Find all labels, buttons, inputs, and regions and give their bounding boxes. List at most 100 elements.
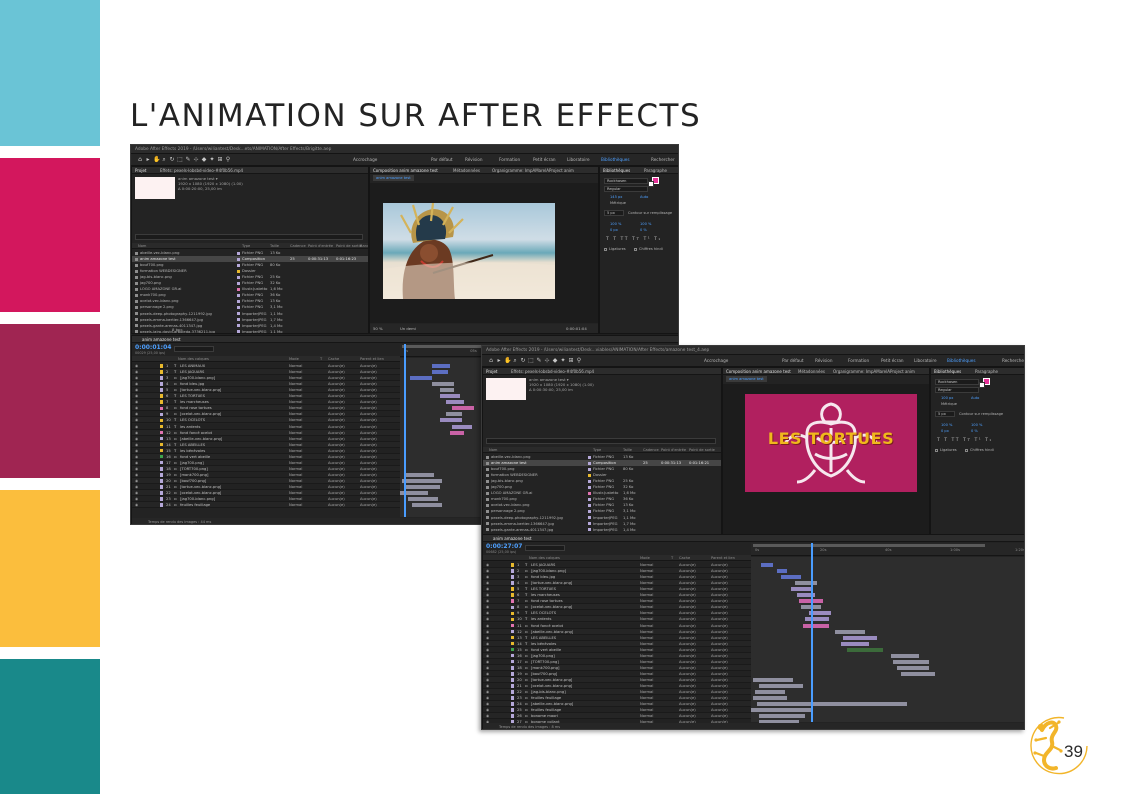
- layer-column-4[interactable]: Parent et lien: [360, 356, 384, 361]
- composition-tab[interactable]: Composition anim amazone test: [373, 167, 438, 173]
- timeline-timecode[interactable]: 0:00:01:04: [135, 344, 171, 351]
- current-time-display[interactable]: 0:00:01:04: [566, 324, 587, 333]
- tracking-value[interactable]: Auto: [971, 396, 979, 400]
- horizontal-scale-value[interactable]: 100 %: [640, 222, 651, 226]
- workspace-5[interactable]: Bibliothèques: [601, 157, 630, 163]
- libraries-tab[interactable]: Bibliothèques: [603, 167, 630, 173]
- resolution-dropdown[interactable]: Un demi: [400, 324, 416, 333]
- layer-duration-bar[interactable]: [753, 677, 793, 682]
- layer-duration-bar[interactable]: [408, 497, 438, 502]
- project-column-0[interactable]: Nom: [138, 243, 146, 248]
- workspace-2[interactable]: Formation: [499, 157, 520, 163]
- tool-icon-3[interactable]: ⌕: [161, 156, 167, 163]
- layer-column-1[interactable]: Mode: [289, 356, 299, 361]
- tool-icon-8[interactable]: ◆: [201, 156, 207, 163]
- layer-duration-bar[interactable]: [404, 472, 434, 477]
- tool-icon-7[interactable]: ⊹: [193, 156, 199, 163]
- layer-duration-bar[interactable]: [901, 671, 935, 676]
- tool-icon-5[interactable]: ⬚: [177, 156, 183, 163]
- timeline-search-input[interactable]: [525, 545, 565, 551]
- paragraph-tab[interactable]: Paragraphe: [975, 368, 998, 374]
- tool-icon-2[interactable]: ✋: [504, 357, 511, 364]
- stroke-color-swatch[interactable]: [979, 382, 985, 388]
- project-column-2[interactable]: Taille: [623, 447, 632, 452]
- layer-duration-bar[interactable]: [446, 412, 462, 417]
- layer-duration-bar[interactable]: [891, 653, 919, 658]
- layer-duration-bar[interactable]: [410, 376, 432, 381]
- layer-column-0[interactable]: Nom des calques: [529, 555, 560, 560]
- layer-duration-bar[interactable]: [761, 563, 773, 567]
- project-column-6[interactable]: Band.: [360, 243, 368, 248]
- baseline-shift-value[interactable]: 0 px: [610, 228, 618, 232]
- parent-dropdown[interactable]: Aucun(e): [360, 502, 377, 507]
- layer-duration-bar[interactable]: [432, 364, 450, 368]
- font-style-dropdown[interactable]: Regular: [935, 387, 979, 393]
- layer-duration-bar[interactable]: [432, 370, 448, 375]
- layer-column-3[interactable]: Cache: [328, 356, 339, 361]
- project-column-4[interactable]: Point d'entrée: [308, 243, 333, 248]
- tool-icon-3[interactable]: ⌕: [512, 357, 518, 364]
- layer-duration-bar[interactable]: [452, 424, 472, 429]
- kerning-value[interactable]: Métrique: [610, 201, 626, 205]
- hindi-digits-checkbox[interactable]: [634, 248, 637, 251]
- composition-tab[interactable]: Composition anim amazone test: [726, 368, 791, 374]
- tool-icon-4[interactable]: ↻: [520, 357, 526, 364]
- tsume-value[interactable]: 0 %: [640, 228, 647, 232]
- track-matte-dropdown[interactable]: Aucun(e): [328, 502, 345, 507]
- project-column-3[interactable]: Cadence: [290, 243, 306, 248]
- layer-duration-bar[interactable]: [843, 635, 877, 640]
- tool-icon-6[interactable]: ✎: [536, 357, 542, 364]
- project-search-input[interactable]: [135, 234, 363, 240]
- tool-icon-0[interactable]: ⌂: [137, 156, 143, 163]
- metadata-tab[interactable]: Métadonnées: [453, 167, 480, 173]
- layer-column-2[interactable]: T: [320, 356, 322, 361]
- layer-duration-bar[interactable]: [440, 388, 454, 393]
- layer-column-1[interactable]: Mode: [640, 555, 650, 560]
- effects-tab[interactable]: Effets: pexels-lobsbd-video-#4f0b56.mp4: [160, 167, 243, 173]
- font-family-dropdown[interactable]: Rockhasen: [935, 379, 979, 385]
- tool-icon-4[interactable]: ↻: [169, 156, 175, 163]
- layer-column-0[interactable]: Nom des calques: [178, 356, 209, 361]
- flowchart-tab[interactable]: Organigramme: ImpAMarelAProject anim: [492, 167, 574, 173]
- paragraph-tab[interactable]: Paragraphe: [644, 167, 667, 173]
- zoom-dropdown[interactable]: 50 %: [373, 324, 383, 333]
- ligatures-checkbox[interactable]: [935, 449, 938, 452]
- tool-icon-2[interactable]: ✋: [153, 156, 160, 163]
- kerning-value[interactable]: Métrique: [941, 402, 957, 406]
- tool-icon-0[interactable]: ⌂: [488, 357, 494, 364]
- layer-column-3[interactable]: Cache: [679, 555, 690, 560]
- horizontal-scale-value[interactable]: 100 %: [971, 423, 982, 427]
- layer-duration-bar[interactable]: [897, 665, 929, 670]
- layer-duration-bar[interactable]: [759, 714, 805, 719]
- layer-duration-bar[interactable]: [452, 406, 474, 411]
- workspace-1[interactable]: Révision: [465, 157, 483, 163]
- project-tab[interactable]: Projet: [135, 167, 147, 173]
- workspace-4[interactable]: Liboratoire: [567, 157, 590, 163]
- font-size-value[interactable]: 145 px: [610, 195, 622, 199]
- project-column-5[interactable]: Point de sortie: [689, 447, 715, 452]
- tool-icon-5[interactable]: ⬚: [528, 357, 534, 364]
- tool-icon-11[interactable]: ⚲: [225, 156, 231, 163]
- flowchart-tab[interactable]: Organigramme: ImpAMarelAProject anim: [833, 368, 915, 374]
- project-search-input[interactable]: [486, 438, 716, 444]
- effects-tab[interactable]: Effets: pexels-lobsbd-video-#4f0b56.mp4: [511, 368, 594, 374]
- stroke-type-dropdown[interactable]: Contour sur remplissage: [628, 211, 672, 215]
- layer-duration-bar[interactable]: [759, 684, 803, 688]
- tool-icon-9[interactable]: ✦: [560, 357, 566, 364]
- layer-duration-bar[interactable]: [893, 659, 929, 664]
- stroke-width-field[interactable]: 5 px: [935, 411, 955, 417]
- layer-duration-bar[interactable]: [795, 581, 817, 586]
- layer-duration-bar[interactable]: [805, 617, 829, 622]
- layer-duration-bar[interactable]: [412, 503, 442, 508]
- autokey-label[interactable]: Accrochage: [353, 157, 377, 163]
- tool-icon-7[interactable]: ⊹: [544, 357, 550, 364]
- layer-row[interactable]: ◉ 24 ▫ feuilles feuillage Normal Aucun(e) Aucu…: [132, 502, 400, 509]
- workspace-0[interactable]: Par défaut: [782, 358, 804, 364]
- stroke-type-dropdown[interactable]: Contour sur remplissage: [959, 412, 1003, 416]
- layer-duration-bar[interactable]: [450, 430, 464, 435]
- font-style-dropdown[interactable]: Regular: [604, 186, 648, 192]
- tool-icon-1[interactable]: ▸: [145, 156, 151, 163]
- libraries-tab[interactable]: Bibliothèques: [934, 368, 961, 374]
- tool-icon-9[interactable]: ✦: [209, 156, 215, 163]
- tool-icon-8[interactable]: ◆: [552, 357, 558, 364]
